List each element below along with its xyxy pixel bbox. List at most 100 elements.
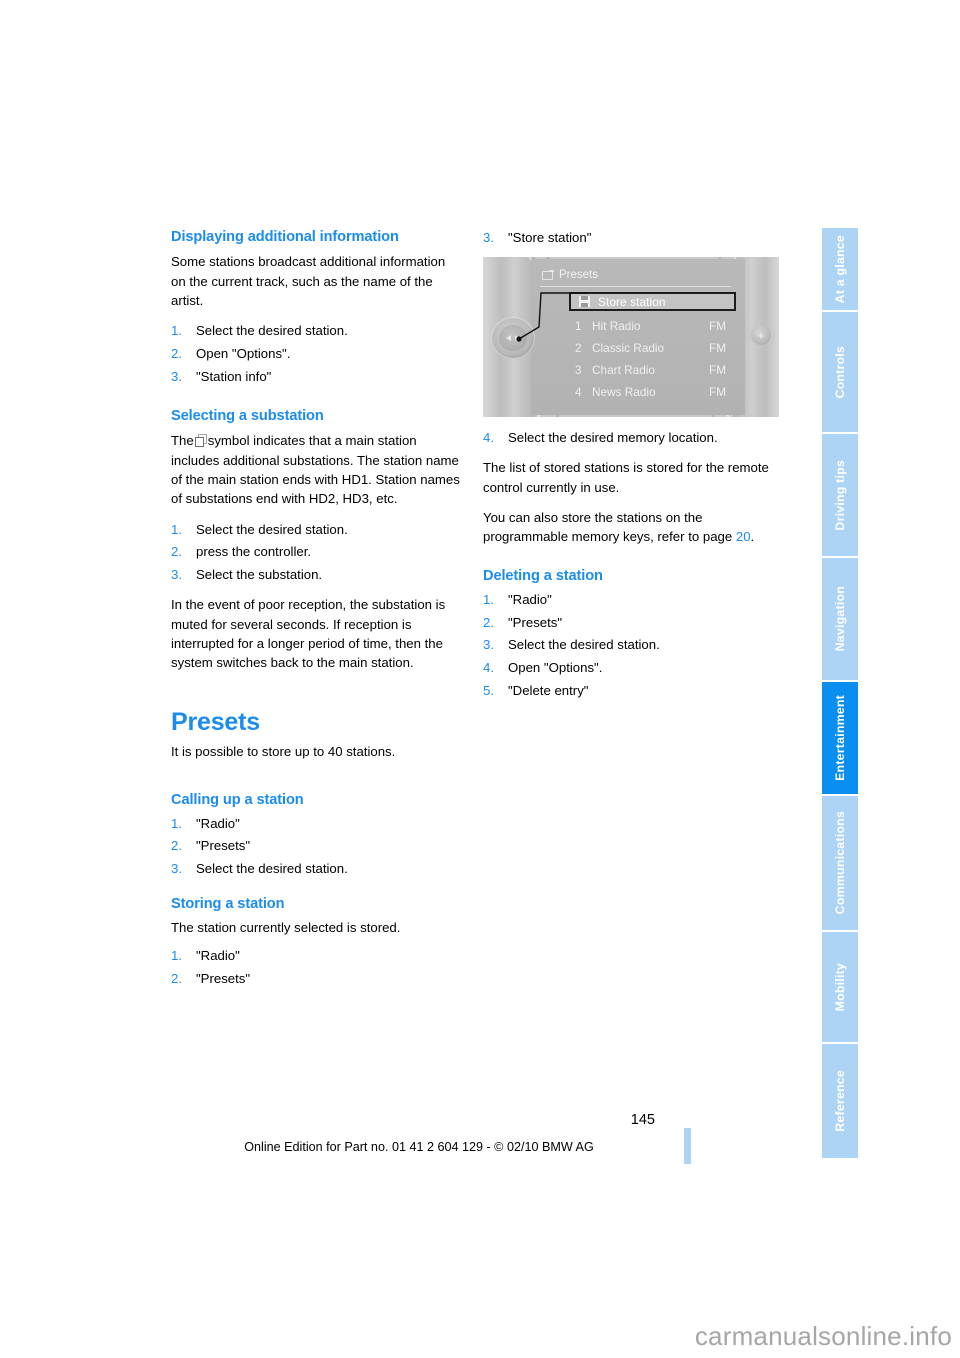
tab-navigation[interactable]: Navigation (822, 558, 858, 680)
tab-label: Mobility (833, 962, 847, 1012)
page-reference-link[interactable]: 20 (736, 529, 751, 544)
preset-band: FM (709, 385, 727, 399)
steps-storing-a-station: "Radio" "Presets" (171, 946, 463, 988)
watermark: carmanualsonline.info (694, 1321, 952, 1351)
page-number: 145 (630, 1112, 655, 1128)
tab-label: Reference (833, 1070, 847, 1132)
list-item: "Delete entry" (483, 681, 589, 701)
steps-calling-up-a-station: "Radio" "Presets" Select the desired sta… (171, 814, 463, 879)
paragraph-poor-reception: In the event of poor reception, the subs… (171, 597, 446, 671)
left-text-column: Displaying additional information Some s… (171, 228, 463, 999)
preset-name: Hit Radio (592, 319, 641, 333)
preset-number: 4 (575, 385, 582, 399)
right-text-column-top: 3. "Store station" (483, 228, 775, 247)
figure-header-divider (540, 286, 731, 287)
steps-selecting-a-substation: Select the desired station. press the co… (171, 520, 463, 585)
figure-preset-row[interactable]: 4 News Radio FM (575, 382, 735, 402)
heading-calling-up-a-station: Calling up a station (171, 792, 304, 809)
list-item: Select the substation. (171, 565, 323, 585)
paragraph-stored-stations-remote: The list of stored stations is stored fo… (483, 460, 769, 495)
preset-band: FM (709, 363, 727, 377)
list-item: press the controller. (171, 542, 312, 562)
edition-notice: Online Edition for Part no. 01 41 2 604 … (244, 1140, 594, 1154)
tab-mobility[interactable]: Mobility (822, 932, 858, 1042)
preset-name: News Radio (592, 385, 656, 399)
left-arrow-icon (506, 335, 511, 341)
list-item: Select the desired station. (171, 321, 348, 341)
preset-number: 1 (575, 319, 582, 333)
tab-controls[interactable]: Controls (822, 312, 858, 432)
figure-menu-item-store-station[interactable]: Store station (569, 292, 736, 311)
figure-preset-row[interactable]: 1 Hit Radio FM (575, 316, 735, 336)
tab-label: At a glance (833, 234, 847, 304)
tab-label: Navigation (833, 586, 847, 652)
plus-button[interactable]: + (751, 325, 771, 345)
preset-number: 3 (575, 363, 582, 377)
figure-preset-row[interactable]: 3 Chart Radio FM (575, 360, 735, 380)
presets-icon (542, 270, 554, 280)
paragraph-part-1: The (171, 433, 194, 449)
footer-accent-bar (684, 1128, 691, 1164)
figure-header-title: Presets (559, 269, 598, 281)
paragraph-selecting-a-substation: The symbol indicates that a main station … (171, 431, 463, 508)
idrive-screen-figure: Presets Store station 1 Hit Radio FM 2 C… (483, 257, 779, 417)
tab-communications[interactable]: Communications (822, 796, 858, 930)
preset-name: Chart Radio (592, 363, 655, 377)
list-item: Open "Options". (483, 658, 603, 678)
preset-name: Classic Radio (592, 341, 665, 355)
list-item: "Presets" (171, 836, 251, 856)
tab-label: Controls (833, 345, 847, 399)
idrive-controller-knob[interactable] (491, 317, 535, 359)
step-3-store-station: 3. "Store station" (483, 228, 775, 247)
heading-deleting-a-station: Deleting a station (483, 568, 603, 585)
step-4-select-memory-location: 4. Select the desired memory location. (483, 428, 775, 447)
figure-display-area: Presets Store station 1 Hit Radio FM 2 C… (531, 259, 745, 415)
tab-label: Communications (833, 811, 847, 915)
right-arrow-icon (515, 335, 520, 341)
tab-reference[interactable]: Reference (822, 1044, 858, 1158)
figure-menu-item-label: Store station (598, 294, 666, 309)
manual-page: Displaying additional information Some s… (0, 0, 960, 1358)
paragraph-storing-a-station: The station currently selected is stored… (171, 919, 401, 935)
tab-label: Driving tips (833, 459, 847, 531)
steps-deleting-a-station: "Radio" "Presets" Select the desired sta… (483, 590, 775, 701)
tab-driving-tips[interactable]: Driving tips (822, 434, 858, 556)
steps-displaying-additional-information: Select the desired station. Open "Option… (171, 321, 463, 386)
preset-band: FM (709, 319, 727, 333)
heading-displaying-additional-information: Displaying additional information (171, 229, 399, 245)
paragraph-presets-intro: It is possible to store up to 40 station… (171, 743, 396, 759)
chapter-title-presets: Presets (171, 707, 260, 736)
paragraph-part-2: symbol indicates that a main station inc… (171, 433, 460, 507)
list-item: Open "Options". (171, 344, 291, 364)
paragraph-text-after-link: . (750, 529, 755, 545)
list-item: Select the desired station. (483, 635, 660, 655)
tab-label: Entertainment (833, 695, 847, 781)
tab-at-a-glance[interactable]: At a glance (822, 228, 858, 310)
right-text-column-bottom: 4. Select the desired memory location. T… (483, 428, 775, 711)
list-item: "Presets" (171, 969, 251, 989)
list-item: "Radio" (171, 814, 240, 834)
step-text: "Store station" (508, 230, 592, 245)
step-text: Select the desired memory location. (508, 430, 718, 445)
step-number: 4. (483, 430, 494, 445)
list-item: "Presets" (483, 613, 563, 633)
save-icon (579, 296, 590, 307)
figure-header: Presets (531, 265, 745, 285)
list-item: Select the desired station. (171, 859, 348, 879)
chapter-tab-rail: At a glance Controls Driving tips Naviga… (822, 228, 858, 1160)
paragraph-displaying-additional-information: Some stations broadcast additional infor… (171, 254, 446, 308)
step-number: 3. (483, 230, 494, 245)
preset-number: 2 (575, 341, 582, 355)
paragraph-text-before-link: You can also store the stations on the p… (483, 509, 733, 545)
heading-selecting-a-substation: Selecting a substation (171, 408, 324, 425)
heading-storing-a-station: Storing a station (171, 896, 285, 913)
list-item: "Station info" (171, 367, 272, 387)
list-item: Select the desired station. (171, 520, 348, 540)
figure-preset-row[interactable]: 2 Classic Radio FM (575, 338, 735, 358)
stacked-rectangles-symbol-icon (194, 434, 207, 448)
tab-entertainment[interactable]: Entertainment (822, 682, 858, 794)
list-item: "Radio" (171, 946, 240, 966)
